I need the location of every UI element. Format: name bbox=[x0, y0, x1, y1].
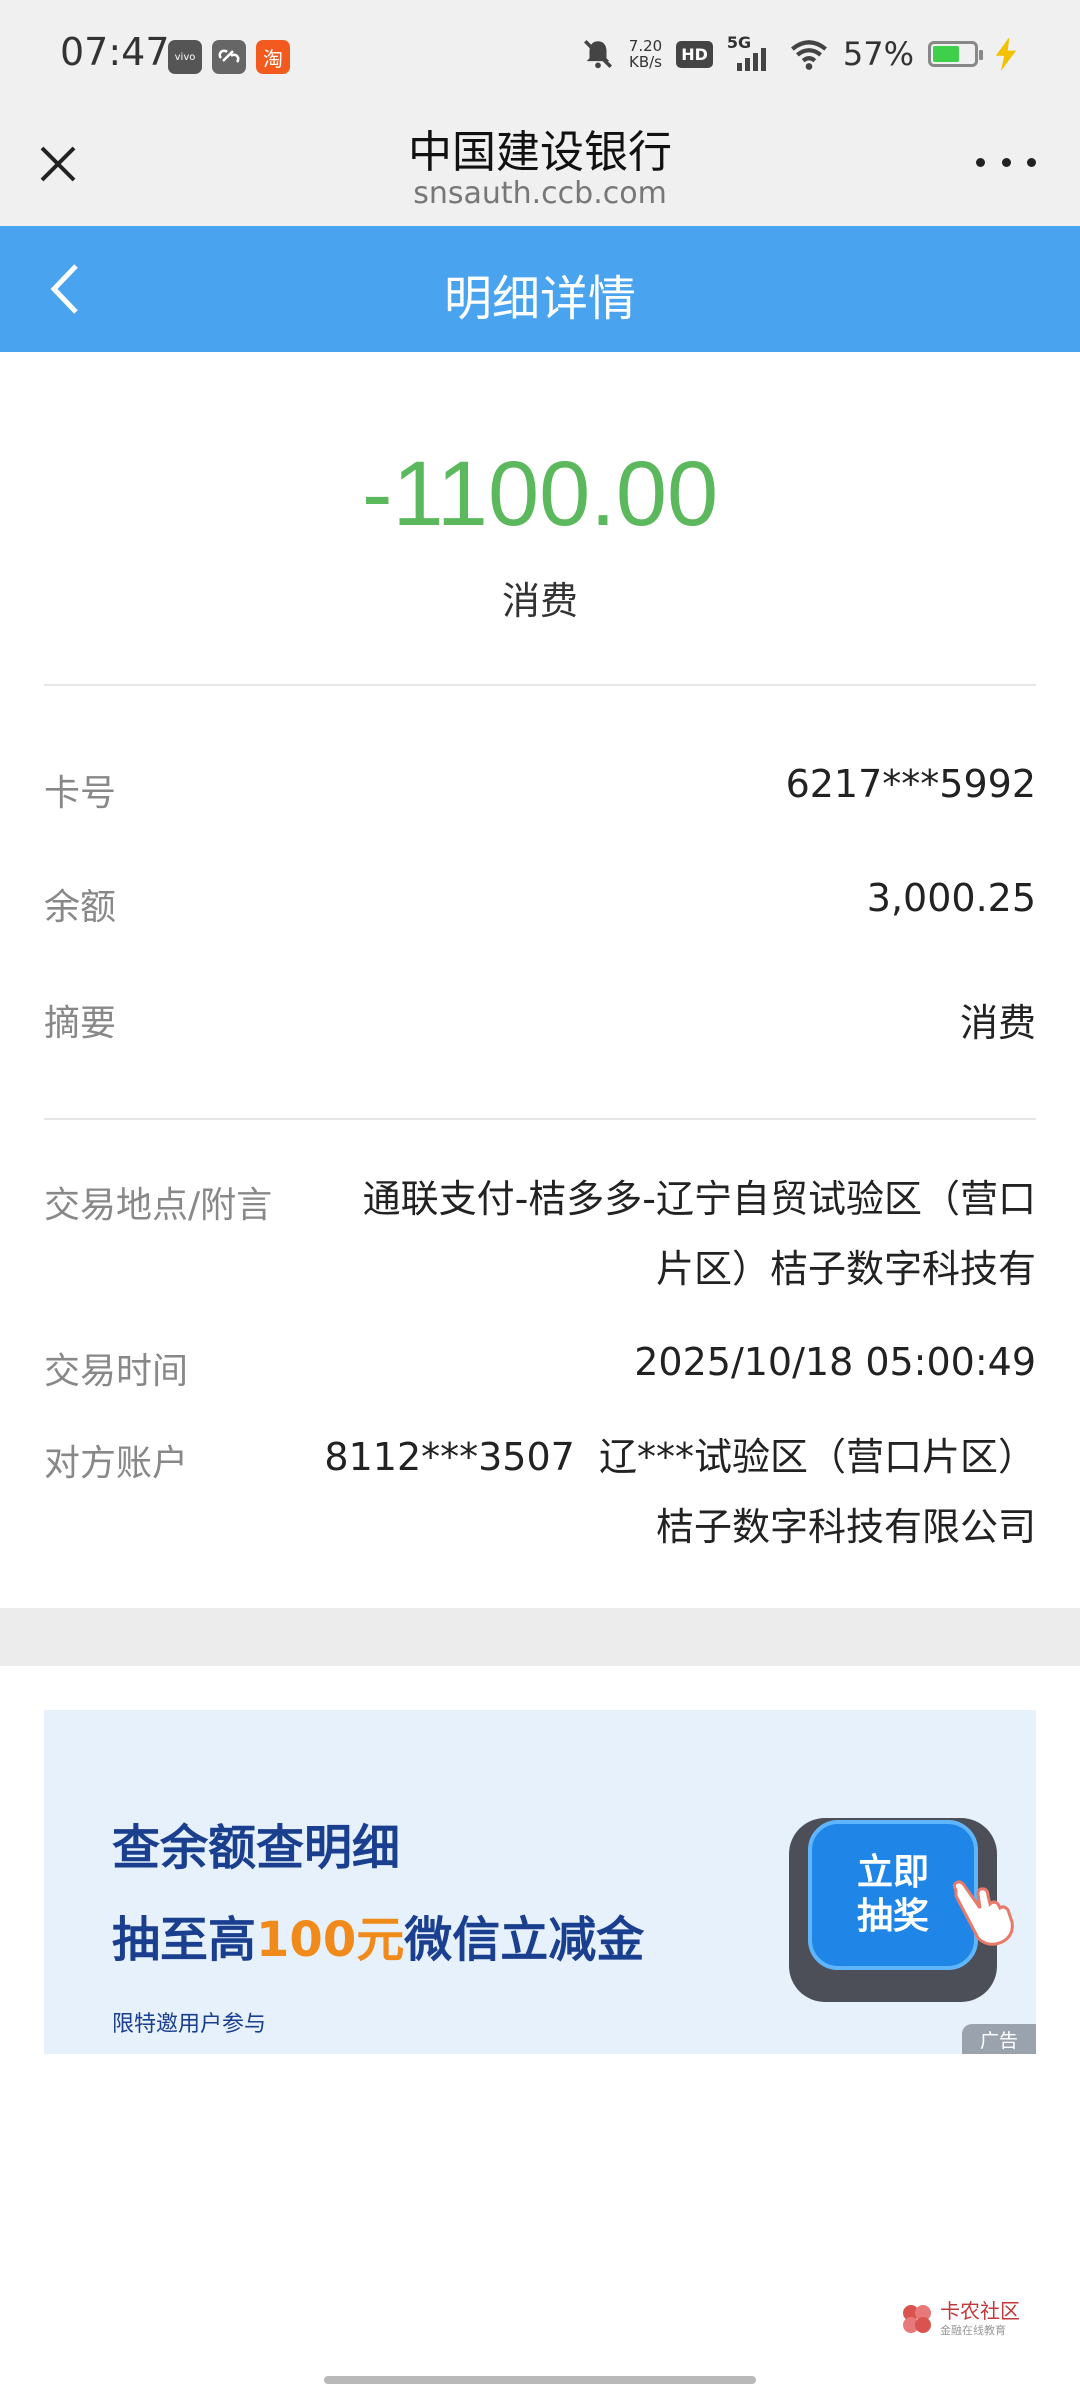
transaction-amount: -1100.00 bbox=[361, 443, 719, 545]
pointing-hand-icon bbox=[952, 1880, 1014, 1946]
counterparty-line-2: 桔子数字科技有限公司 bbox=[655, 1505, 1036, 1549]
balance-label: 余额 bbox=[44, 887, 117, 928]
link-app-icon bbox=[212, 40, 246, 74]
ad-banner[interactable]: 查余额查明细 抽至高100元微信立减金 限特邀用户参与 立即 抽奖 广告 bbox=[44, 1710, 1036, 2054]
counterparty-label: 对方账户 bbox=[44, 1443, 189, 1484]
summary-value: 消费 bbox=[959, 1001, 1036, 1045]
location-label: 交易地点/附言 bbox=[44, 1185, 273, 1226]
card-value: 6217***5992 bbox=[785, 762, 1036, 806]
section-separator bbox=[0, 1608, 1080, 1666]
divider bbox=[44, 1118, 1036, 1120]
balance-value: 3,000.25 bbox=[866, 876, 1036, 920]
transaction-type: 消费 bbox=[501, 579, 578, 623]
location-value: 通联支付-桔多多-辽宁自贸试验区（营口 片区）桔子数字科技有 bbox=[363, 1164, 1036, 1304]
status-bar: 07:47 vivo 淘 7.20 KB/s HD 5G 57% bbox=[0, 0, 1080, 110]
ad-subheadline: 抽至高100元微信立减金 bbox=[112, 1900, 644, 1970]
ad-note: 限特邀用户参与 bbox=[112, 2012, 267, 2037]
page-header: 明细详情 bbox=[0, 226, 1080, 352]
status-time: 07:47 bbox=[60, 30, 170, 74]
counterparty-line-1: 8112***3507 辽***试验区（营口片区） bbox=[324, 1435, 1036, 1479]
signal-icon: 5G bbox=[727, 33, 775, 71]
divider bbox=[44, 684, 1036, 686]
browser-bar: 中国建设银行 snsauth.ccb.com bbox=[0, 110, 1080, 226]
location-line-2: 片区）桔子数字科技有 bbox=[655, 1247, 1036, 1291]
browser-title: 中国建设银行 bbox=[408, 127, 672, 178]
time-label: 交易时间 bbox=[44, 1351, 189, 1392]
page-title: 明细详情 bbox=[443, 271, 636, 327]
mute-bell-icon bbox=[583, 39, 612, 69]
counterparty-value: 8112***3507 辽***试验区（营口片区） 桔子数字科技有限公司 bbox=[324, 1422, 1036, 1562]
vivo-app-icon: vivo bbox=[168, 40, 202, 74]
battery-icon bbox=[928, 41, 983, 67]
ad-subheadline-suffix: 微信立减金 bbox=[404, 1912, 645, 1968]
signal-label: 5G bbox=[726, 33, 752, 52]
kanong-logo-icon bbox=[903, 2305, 931, 2333]
net-speed: 7.20 KB/s bbox=[629, 38, 662, 70]
taobao-app-icon: 淘 bbox=[256, 40, 290, 74]
ad-button-line-1: 立即 bbox=[856, 1852, 929, 1893]
ad-button-line-2: 抽奖 bbox=[856, 1896, 929, 1937]
wifi-icon bbox=[790, 40, 827, 70]
charging-bolt-icon bbox=[995, 37, 1017, 71]
location-line-1: 通联支付-桔多多-辽宁自贸试验区（营口 bbox=[362, 1177, 1036, 1221]
battery-percent: 57% bbox=[842, 35, 914, 73]
status-indicators: 7.20 KB/s HD 5G 57% bbox=[581, 33, 1020, 74]
browser-url: snsauth.ccb.com bbox=[413, 176, 667, 211]
summary-label: 摘要 bbox=[44, 1003, 117, 1044]
net-speed-unit: KB/s bbox=[629, 53, 662, 71]
time-value: 2025/10/18 05:00:49 bbox=[634, 1340, 1036, 1384]
watermark-sub: 金融在线教育 bbox=[940, 2324, 1006, 2337]
net-speed-value: 7.20 bbox=[628, 37, 663, 55]
watermark-name: 卡农社区 bbox=[940, 2299, 1020, 2323]
ad-tag: 广告 bbox=[962, 2024, 1036, 2054]
home-indicator[interactable] bbox=[324, 2376, 756, 2384]
more-button[interactable] bbox=[976, 142, 1036, 182]
ad-subheadline-prefix: 抽至高 bbox=[112, 1912, 257, 1968]
ad-subheadline-highlight: 100元 bbox=[256, 1912, 405, 1968]
card-label: 卡号 bbox=[44, 773, 117, 814]
hd-icon: HD bbox=[676, 40, 713, 68]
watermark: 卡农社区 金融在线教育 bbox=[900, 2300, 1020, 2338]
ad-headline: 查余额查明细 bbox=[112, 1820, 401, 1876]
